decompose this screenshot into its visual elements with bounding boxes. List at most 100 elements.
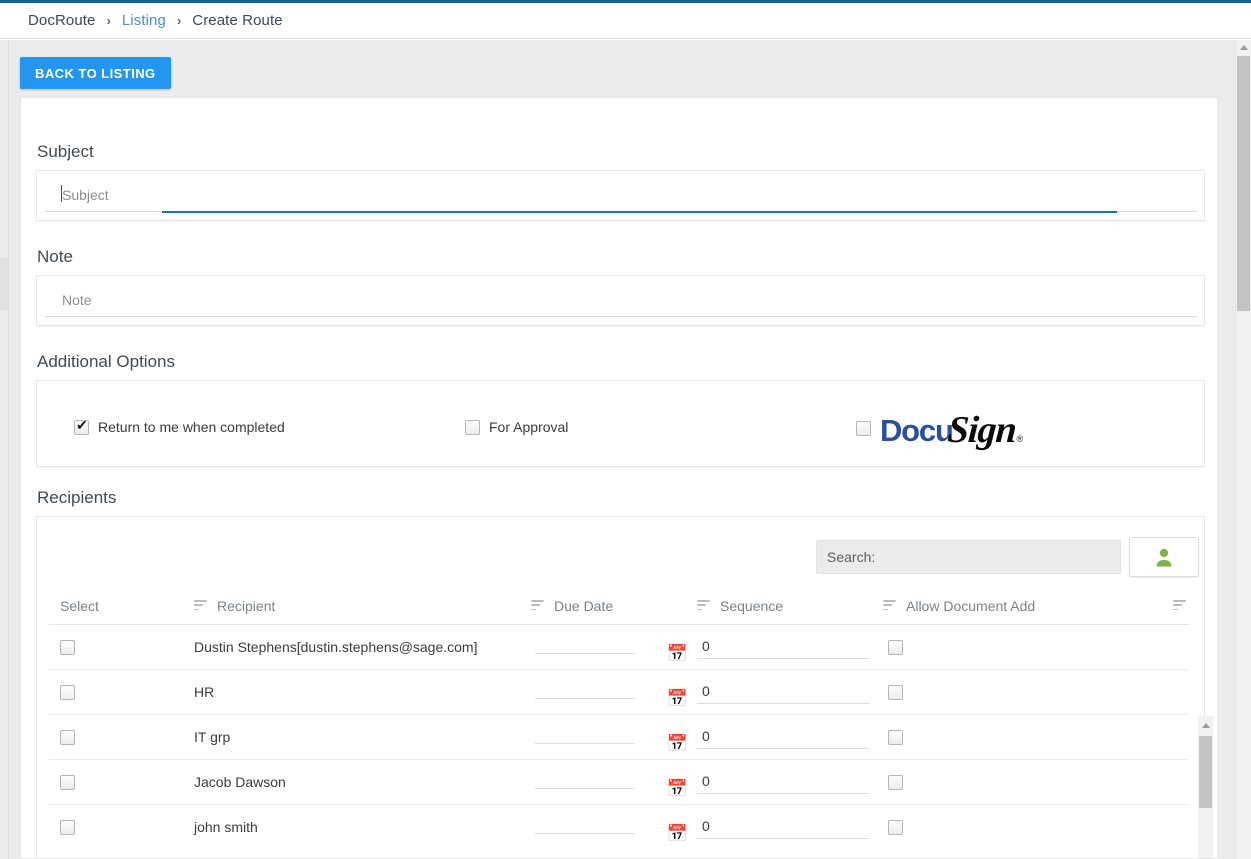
back-to-listing-button[interactable]: BACK TO LISTING	[20, 57, 171, 89]
page-scrollbar-thumb[interactable]	[1237, 56, 1250, 311]
recipients-table-scrollbar[interactable]	[1198, 516, 1214, 859]
row-sequence-input[interactable]	[697, 725, 869, 749]
row-select-checkbox[interactable]	[60, 774, 75, 790]
calendar-icon[interactable]: 📅	[667, 735, 688, 752]
for-approval-label: For Approval	[489, 419, 569, 435]
sort-icon[interactable]	[1173, 600, 1186, 612]
additional-options-label: Additional Options	[37, 352, 175, 371]
row-allow-document-add-cell	[883, 639, 1173, 655]
note-placeholder: Note	[62, 292, 92, 308]
row-sequence-cell	[697, 635, 883, 659]
row-due-date-cell: 📅	[531, 821, 697, 842]
row-allow-document-add-checkbox[interactable]	[888, 639, 903, 655]
row-sequence-cell	[697, 770, 883, 794]
note-field-container[interactable]: Note	[36, 275, 1205, 326]
row-select-checkbox[interactable]	[60, 639, 75, 655]
row-sequence-cell	[697, 680, 883, 704]
column-header-recipient-label: Recipient	[217, 597, 276, 614]
subject-label: Subject	[37, 142, 94, 161]
subject-placeholder: Subject	[62, 187, 109, 203]
column-header-select-label: Select	[60, 597, 99, 614]
column-header-due-date[interactable]: Due Date	[531, 598, 697, 614]
row-sequence-input[interactable]	[697, 815, 869, 839]
row-allow-document-add-checkbox[interactable]	[888, 774, 903, 790]
option-docusign[interactable]: Docu Sign ®	[856, 409, 1023, 451]
option-return-to-me[interactable]: Return to me when completed	[74, 418, 285, 435]
row-due-date-cell: 📅	[531, 776, 697, 797]
column-header-recipient[interactable]: Recipient	[194, 598, 531, 614]
breadcrumb-separator-icon: ›	[106, 13, 111, 28]
column-header-select[interactable]: Select	[49, 598, 194, 614]
row-sequence-input[interactable]	[697, 770, 869, 794]
row-due-date-input[interactable]	[535, 832, 635, 834]
calendar-icon[interactable]: 📅	[667, 645, 688, 662]
note-label: Note	[37, 247, 73, 266]
row-allow-document-add-cell	[883, 774, 1173, 790]
breadcrumb-current: Create Route	[192, 12, 283, 29]
row-due-date-cell: 📅	[531, 641, 697, 662]
row-allow-document-add-checkbox[interactable]	[888, 729, 903, 745]
row-select-cell	[49, 639, 194, 655]
return-to-me-checkbox[interactable]	[74, 418, 89, 435]
column-header-sequence[interactable]: Sequence	[697, 598, 883, 614]
sort-icon[interactable]	[697, 600, 710, 612]
docusign-checkbox[interactable]	[856, 420, 871, 436]
add-recipient-button[interactable]	[1129, 537, 1199, 577]
sort-icon[interactable]	[531, 600, 544, 612]
row-sequence-cell	[697, 815, 883, 839]
row-due-date-input[interactable]	[535, 697, 635, 699]
row-recipient-name: HR	[194, 684, 215, 700]
breadcrumb-root[interactable]: DocRoute	[28, 12, 96, 29]
table-header-row: Select Recipient Due Date Sequence Allow…	[49, 587, 1189, 625]
table-body: Dustin Stephens[dustin.stephens@sage.com…	[49, 625, 1189, 843]
row-sequence-cell	[697, 725, 883, 749]
row-recipient-name: john smith	[194, 819, 258, 835]
page-scrollbar[interactable]	[1235, 40, 1251, 859]
subject-field-container[interactable]: Subject	[36, 170, 1205, 221]
breadcrumb-listing-link[interactable]: Listing	[122, 12, 166, 29]
create-route-form-card: Subject Subject Note Note Additional Opt…	[20, 97, 1218, 859]
column-header-end[interactable]	[1173, 599, 1189, 611]
scrollbar-thumb[interactable]	[1199, 736, 1212, 808]
sort-icon[interactable]	[883, 600, 896, 612]
for-approval-checkbox[interactable]	[465, 419, 480, 435]
search-input[interactable]	[816, 540, 1121, 574]
sort-icon[interactable]	[194, 600, 207, 612]
row-sequence-input[interactable]	[697, 680, 869, 704]
calendar-icon[interactable]: 📅	[667, 690, 688, 707]
row-allow-document-add-cell	[883, 684, 1173, 700]
row-recipient-name: Jacob Dawson	[194, 774, 286, 790]
row-select-checkbox[interactable]	[60, 729, 75, 745]
row-allow-document-add-cell	[883, 819, 1173, 835]
person-icon	[1156, 548, 1172, 566]
scroll-up-arrow-icon[interactable]	[1198, 718, 1213, 733]
option-for-approval[interactable]: For Approval	[465, 419, 568, 435]
table-row: HR 📅	[49, 670, 1189, 715]
column-header-allow-document-add[interactable]: Allow Document Add	[883, 598, 1173, 614]
row-select-checkbox[interactable]	[60, 819, 75, 835]
row-sequence-input[interactable]	[697, 635, 869, 659]
row-select-cell	[49, 684, 194, 700]
calendar-icon[interactable]: 📅	[667, 780, 688, 797]
row-allow-document-add-checkbox[interactable]	[888, 819, 903, 835]
note-underline	[45, 316, 1197, 317]
row-due-date-input[interactable]	[535, 787, 635, 789]
row-due-date-cell: 📅	[531, 731, 697, 752]
table-row: Dustin Stephens[dustin.stephens@sage.com…	[49, 625, 1189, 670]
search-container	[816, 540, 1121, 574]
calendar-icon[interactable]: 📅	[667, 825, 688, 842]
subject-focus-underline	[162, 211, 1117, 213]
docusign-logo-docu-text: Docu	[880, 413, 954, 448]
page-scroll-up-arrow-icon[interactable]	[1236, 40, 1251, 55]
row-allow-document-add-checkbox[interactable]	[888, 684, 903, 700]
breadcrumb: DocRoute › Listing › Create Route	[0, 3, 1251, 39]
row-due-date-input[interactable]	[535, 742, 635, 744]
docusign-logo-sign-text: Sign	[946, 409, 1017, 451]
table-row: Jacob Dawson 📅	[49, 760, 1189, 805]
row-select-cell	[49, 819, 194, 835]
row-due-date-input[interactable]	[535, 652, 635, 654]
row-select-cell	[49, 729, 194, 745]
row-select-checkbox[interactable]	[60, 684, 75, 700]
column-header-allow-document-add-label: Allow Document Add	[906, 597, 1036, 614]
sidebar-toggle-handle[interactable]	[0, 258, 8, 310]
